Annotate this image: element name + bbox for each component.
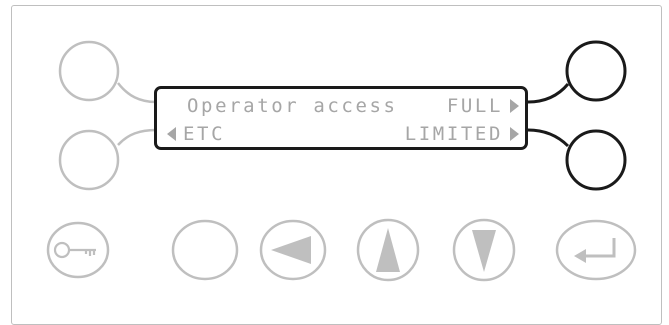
option-limited-label: LIMITED	[404, 123, 503, 145]
connector-top-right	[527, 83, 570, 104]
softkey-bottom-left[interactable]	[58, 129, 120, 191]
connector-bottom-left	[117, 128, 157, 146]
right-arrow-icon	[510, 99, 519, 113]
connector-bottom-right	[527, 128, 570, 148]
panel-graphics	[46, 40, 637, 282]
softkey-top-right[interactable]	[565, 40, 627, 102]
lcd-display: Operator access FULL ETC LIMITED	[154, 86, 528, 150]
blank-button[interactable]	[171, 219, 239, 281]
left-arrow-icon	[167, 127, 176, 141]
softkey-top-left[interactable]	[58, 40, 120, 102]
option-full-label: FULL	[446, 95, 503, 117]
right-arrow-icon	[510, 127, 519, 141]
softkey-bottom-right[interactable]	[565, 129, 627, 191]
enter-button[interactable]	[555, 219, 637, 281]
option-etc-label: ETC	[183, 123, 226, 145]
display-title: Operator access	[187, 95, 398, 117]
connector-top-left	[117, 82, 157, 104]
